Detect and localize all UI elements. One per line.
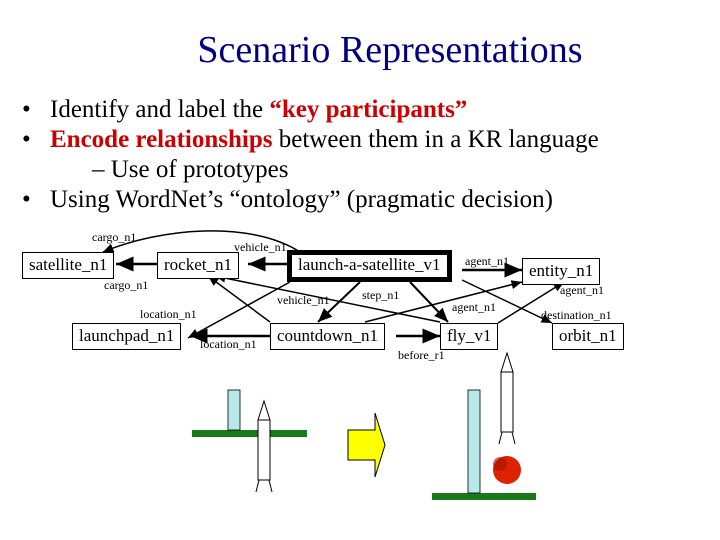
node-orbit: orbit_n1 xyxy=(552,323,624,350)
node-countdown: countdown_n1 xyxy=(270,323,386,350)
edge-label-location: location_n1 xyxy=(200,337,257,351)
launch-scene-before xyxy=(192,389,307,493)
node-entity: entity_n1 xyxy=(522,258,601,285)
edge-label-vehicle: vehicle_n1 xyxy=(234,240,287,254)
edge-label-agent: agent_n1 xyxy=(452,300,496,314)
node-satellite: satellite_n1 xyxy=(22,252,115,279)
edge-label-vehicle: vehicle_n1 xyxy=(277,293,330,307)
edge-label-location: location_n1 xyxy=(140,307,197,321)
launch-scene-after xyxy=(432,351,536,500)
node-launchpad: launchpad_n1 xyxy=(72,323,182,350)
node-launch-a-satellite: launch-a-satellite_v1 xyxy=(287,250,452,282)
edge-label-before: before_r1 xyxy=(398,348,445,362)
edge-label-agent: agent_n1 xyxy=(560,283,604,297)
edge-label-destination: destination_n1 xyxy=(541,308,612,322)
transition-arrow xyxy=(347,412,386,478)
edge-label-agent: agent_n1 xyxy=(465,254,509,268)
edge-countdown-rocket xyxy=(207,275,271,323)
node-rocket: rocket_n1 xyxy=(157,252,239,279)
edge-label-cargo: cargo_n1 xyxy=(104,278,149,292)
edge-label-step: step_n1 xyxy=(362,288,400,302)
node-fly: fly_v1 xyxy=(440,323,499,350)
edge-label-cargo: cargo_n1 xyxy=(92,230,137,244)
